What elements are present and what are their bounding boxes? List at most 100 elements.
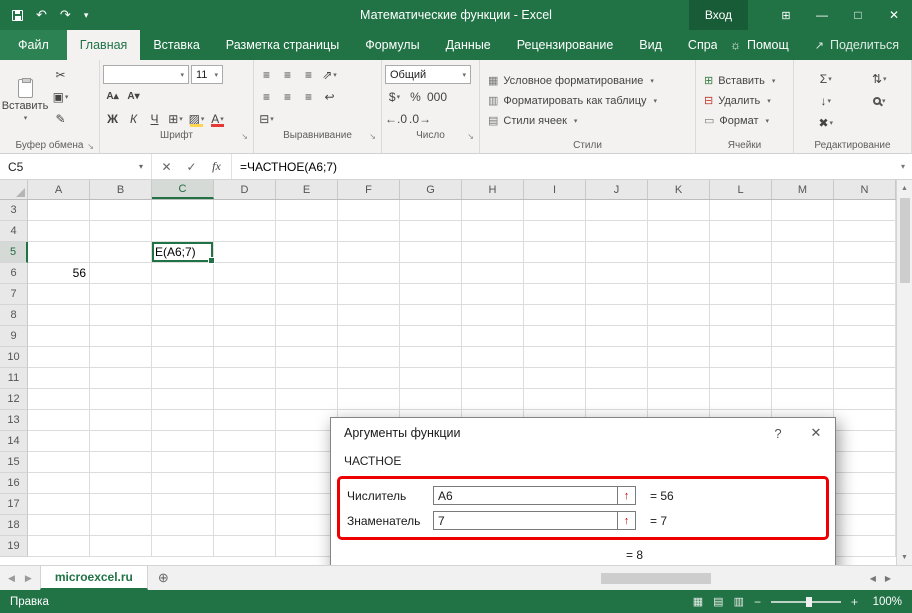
cell-G8[interactable] bbox=[400, 305, 462, 326]
horizontal-scrollbar-thumb[interactable] bbox=[600, 572, 711, 584]
cell-N14[interactable] bbox=[834, 431, 896, 452]
sheet-prev-icon[interactable]: ◀ bbox=[8, 573, 15, 584]
formula-input[interactable]: =ЧАСТНОЕ(A6;7) bbox=[232, 154, 894, 179]
cell-J12[interactable] bbox=[586, 389, 648, 410]
cell-H11[interactable] bbox=[462, 368, 524, 389]
cancel-entry-icon[interactable]: ✕ bbox=[154, 160, 179, 174]
cell-G6[interactable] bbox=[400, 263, 462, 284]
cell-G10[interactable] bbox=[400, 347, 462, 368]
cell-E7[interactable] bbox=[276, 284, 338, 305]
cell-J9[interactable] bbox=[586, 326, 648, 347]
cell-L4[interactable] bbox=[710, 221, 772, 242]
cell-D16[interactable] bbox=[214, 473, 276, 494]
cell-F8[interactable] bbox=[338, 305, 400, 326]
cell-D7[interactable] bbox=[214, 284, 276, 305]
ribbon-tab[interactable]: Рецензирование bbox=[504, 30, 627, 60]
dialog-close-icon[interactable]: ✕ bbox=[797, 418, 835, 448]
cell-A12[interactable] bbox=[28, 389, 90, 410]
cell-N10[interactable] bbox=[834, 347, 896, 368]
cell-B19[interactable] bbox=[90, 536, 152, 557]
cell-D3[interactable] bbox=[214, 200, 276, 221]
column-header-K[interactable]: K bbox=[648, 180, 710, 199]
clear-button[interactable]: ✖ ▾ bbox=[803, 113, 849, 132]
row-header-5[interactable]: 5 bbox=[0, 242, 28, 263]
cell-L5[interactable] bbox=[710, 242, 772, 263]
cell-J11[interactable] bbox=[586, 368, 648, 389]
vertical-scrollbar[interactable]: ▲ ▼ bbox=[896, 180, 912, 565]
cell-H4[interactable] bbox=[462, 221, 524, 242]
cell-M9[interactable] bbox=[772, 326, 834, 347]
column-header-F[interactable]: F bbox=[338, 180, 400, 199]
share-button[interactable]: ↗ Поделиться bbox=[801, 30, 912, 60]
cell-C12[interactable] bbox=[152, 389, 214, 410]
font-size-combo[interactable]: 11 ▾ bbox=[191, 65, 223, 84]
cell-B12[interactable] bbox=[90, 389, 152, 410]
cell-C11[interactable] bbox=[152, 368, 214, 389]
cell-C7[interactable] bbox=[152, 284, 214, 305]
field-input[interactable]: 7 bbox=[433, 511, 618, 530]
select-all-corner[interactable] bbox=[0, 180, 28, 199]
align-middle-button[interactable]: ≡ bbox=[278, 65, 297, 84]
decrease-decimal-button[interactable]: .0→ bbox=[409, 109, 431, 128]
sheet-tab-microexcel[interactable]: microexcel.ru bbox=[39, 566, 148, 590]
zoom-out-icon[interactable]: − bbox=[754, 595, 761, 609]
cell-L6[interactable] bbox=[710, 263, 772, 284]
cell-A8[interactable] bbox=[28, 305, 90, 326]
cell-D4[interactable] bbox=[214, 221, 276, 242]
cell-C5[interactable]: Е(A6;7) bbox=[152, 242, 215, 264]
cell-D5[interactable] bbox=[214, 242, 276, 263]
font-name-combo[interactable]: ▾ bbox=[103, 65, 189, 84]
cell-C15[interactable] bbox=[152, 452, 214, 473]
cell-I10[interactable] bbox=[524, 347, 586, 368]
cell-B8[interactable] bbox=[90, 305, 152, 326]
cell-N5[interactable] bbox=[834, 242, 896, 263]
align-top-button[interactable]: ≡ bbox=[257, 65, 276, 84]
cell-A11[interactable] bbox=[28, 368, 90, 389]
cell-A13[interactable] bbox=[28, 410, 90, 431]
cell-E8[interactable] bbox=[276, 305, 338, 326]
column-header-B[interactable]: B bbox=[90, 180, 152, 199]
dialog-launcher-icon[interactable]: ↘ bbox=[241, 132, 248, 141]
cell-B15[interactable] bbox=[90, 452, 152, 473]
styles-menu-button[interactable]: ▤ Стили ячеек ▾ bbox=[483, 111, 692, 130]
cell-F9[interactable] bbox=[338, 326, 400, 347]
ribbon-tab[interactable]: Формулы bbox=[352, 30, 432, 60]
cell-D13[interactable] bbox=[214, 410, 276, 431]
cell-N9[interactable] bbox=[834, 326, 896, 347]
cell-A7[interactable] bbox=[28, 284, 90, 305]
cell-D19[interactable] bbox=[214, 536, 276, 557]
cell-G9[interactable] bbox=[400, 326, 462, 347]
cell-F7[interactable] bbox=[338, 284, 400, 305]
cell-D15[interactable] bbox=[214, 452, 276, 473]
column-header-C[interactable]: C bbox=[152, 180, 214, 199]
paste-button[interactable]: Вставить ▾ bbox=[2, 63, 48, 138]
cell-D9[interactable] bbox=[214, 326, 276, 347]
wrap-text-button[interactable]: ↩ bbox=[320, 87, 339, 106]
vertical-scrollbar-thumb[interactable] bbox=[899, 198, 910, 283]
cell-F10[interactable] bbox=[338, 347, 400, 368]
cell-G5[interactable] bbox=[400, 242, 462, 263]
cell-M8[interactable] bbox=[772, 305, 834, 326]
column-header-N[interactable]: N bbox=[834, 180, 896, 199]
cell-N8[interactable] bbox=[834, 305, 896, 326]
row-header-8[interactable]: 8 bbox=[0, 305, 28, 326]
zoom-slider-thumb[interactable] bbox=[805, 596, 812, 607]
ribbon-tab[interactable]: Главная bbox=[66, 30, 141, 60]
cell-G7[interactable] bbox=[400, 284, 462, 305]
ribbon-tab[interactable]: Разметка страницы bbox=[213, 30, 352, 60]
bold-button[interactable]: Ж bbox=[103, 109, 122, 128]
cell-C6[interactable] bbox=[152, 263, 214, 284]
styles-menu-button[interactable]: ▥ Форматировать как таблицу ▾ bbox=[483, 91, 692, 110]
cell-N12[interactable] bbox=[834, 389, 896, 410]
cell-J3[interactable] bbox=[586, 200, 648, 221]
sort-filter-button[interactable]: ⇅ ▾ bbox=[857, 69, 903, 88]
cell-G11[interactable] bbox=[400, 368, 462, 389]
column-header-I[interactable]: I bbox=[524, 180, 586, 199]
cell-D18[interactable] bbox=[214, 515, 276, 536]
find-select-button[interactable]: ▾ bbox=[857, 91, 903, 110]
zoom-in-icon[interactable]: + bbox=[851, 595, 858, 609]
shrink-font-button[interactable]: A▾ bbox=[124, 87, 143, 106]
comma-style-button[interactable]: 000 bbox=[427, 87, 447, 106]
add-sheet-icon[interactable]: ⊕ bbox=[148, 566, 179, 590]
cell-E12[interactable] bbox=[276, 389, 338, 410]
